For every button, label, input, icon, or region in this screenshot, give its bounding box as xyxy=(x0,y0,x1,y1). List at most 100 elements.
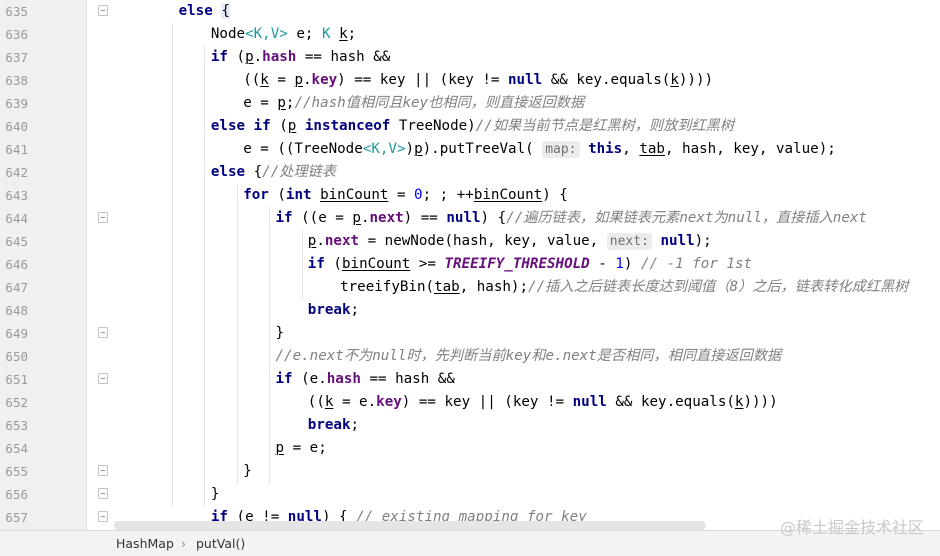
code-token: //如果当前节点是红黑树，则放到红黑树 xyxy=(475,118,735,134)
code-token: ).putTreeVal( xyxy=(422,141,543,157)
code-token: == hash && xyxy=(296,49,391,65)
code-token: hash xyxy=(262,49,297,65)
fold-marker-icon[interactable] xyxy=(98,327,108,338)
code-token: ) == key || (key != xyxy=(337,72,509,88)
fold-marker-icon[interactable] xyxy=(98,511,108,522)
code-line: 650 //e.next不为null时，先判断当前key和e.next是否相同，相… xyxy=(0,345,940,368)
code-token: < xyxy=(245,26,254,42)
code-token: . xyxy=(316,233,325,249)
code-token: //处理链表 xyxy=(262,164,336,180)
code-token: { xyxy=(245,164,263,180)
code-token: ); xyxy=(694,233,712,249)
breadcrumb-separator: › xyxy=(181,536,186,551)
code-line: 635 else { xyxy=(0,0,940,23)
line-number: 636 xyxy=(5,27,28,42)
code-text: break; xyxy=(308,414,359,437)
code-token: p xyxy=(352,210,361,226)
code-token: , hash, key, value); xyxy=(664,141,836,157)
code-line: 641 e = ((TreeNode<K,V>)p).putTreeVal( ma… xyxy=(0,138,940,161)
code-token: break xyxy=(307,417,351,433)
code-text: Node<K,V> e; K k; xyxy=(211,23,356,46)
code-token: null xyxy=(660,233,695,249)
line-number: 641 xyxy=(5,142,28,157)
code-text: treeifyBin(tab, hash);//插入之后链表长度达到阈值（8）之… xyxy=(340,276,908,299)
watermark: @稀土掘金技术社区 xyxy=(779,518,924,537)
code-line: 637 if (p.hash == hash && xyxy=(0,46,940,69)
code-text: if (binCount >= TREEIFY_THRESHOLD - 1) /… xyxy=(308,253,752,276)
code-text: ((k = p.key) == key || (key != null && k… xyxy=(243,69,713,92)
line-number: 635 xyxy=(5,4,28,19)
code-token: ; xyxy=(347,26,357,42)
code-token: ((e = xyxy=(292,210,353,226)
code-text: break; xyxy=(308,299,359,322)
code-text: } xyxy=(276,322,285,345)
parameter-hint: map: xyxy=(542,141,580,158)
code-token: for xyxy=(243,187,269,203)
code-token: . xyxy=(253,49,263,65)
code-text: else {//处理链表 xyxy=(211,161,336,184)
code-token: ) xyxy=(405,141,415,157)
code-token: this xyxy=(588,141,623,157)
breadcrumb-item-class[interactable]: HashMap xyxy=(116,536,174,551)
code-token: } xyxy=(210,486,220,502)
code-token: instanceof xyxy=(304,118,391,134)
code-token: ) { xyxy=(480,210,507,226)
code-token: if xyxy=(275,210,293,226)
code-line: 656} xyxy=(0,483,940,506)
line-number: 642 xyxy=(5,165,28,180)
code-token: e = ((TreeNode xyxy=(243,141,363,157)
fold-marker-icon[interactable] xyxy=(98,5,108,16)
code-token: (( xyxy=(307,394,325,410)
code-token: } xyxy=(243,463,252,479)
code-token: ; ; ++ xyxy=(422,187,474,203)
code-token: K xyxy=(321,26,331,42)
code-line: 652 ((k = e.key) == key || (key != null &… xyxy=(0,391,940,414)
code-token: V xyxy=(388,141,397,157)
code-token: //遍历链表，如果链表元素next为null，直接插入next xyxy=(506,210,867,226)
code-token: key xyxy=(311,72,338,88)
line-number: 655 xyxy=(5,464,28,479)
code-token: hash xyxy=(326,371,361,387)
code-token: } xyxy=(275,325,285,341)
code-token: e; xyxy=(287,26,322,42)
code-token: tab xyxy=(639,141,665,157)
code-token: else xyxy=(210,164,246,180)
code-token: break xyxy=(307,302,351,318)
fold-marker-icon[interactable] xyxy=(98,465,108,476)
code-text: e = ((TreeNode<K,V>)p).putTreeVal( map: … xyxy=(243,138,836,161)
horizontal-scrollbar[interactable] xyxy=(114,521,706,530)
code-token: if xyxy=(210,49,228,65)
code-text: else if (p instanceof TreeNode)//如果当前节点是… xyxy=(211,115,734,138)
line-number: 651 xyxy=(5,372,28,387)
line-number: 657 xyxy=(5,510,28,525)
code-token: null xyxy=(572,394,607,410)
code-token: = e. xyxy=(333,394,377,410)
code-text: if ((e = p.next) == null) {//遍历链表，如果链表元素… xyxy=(276,207,867,230)
code-token: { xyxy=(221,3,230,19)
code-token: , hash); xyxy=(459,279,529,295)
line-number: 644 xyxy=(5,211,28,226)
fold-marker-icon[interactable] xyxy=(98,373,108,384)
code-token: else xyxy=(210,118,246,134)
code-token: > xyxy=(279,26,288,42)
code-token: null xyxy=(446,210,481,226)
code-token: if xyxy=(253,118,271,134)
code-token: //插入之后链表长度达到阈值（8）之后，链表转化成红黑树 xyxy=(528,279,909,295)
code-token: TreeNode) xyxy=(390,118,476,134)
fold-marker-icon[interactable] xyxy=(98,212,108,223)
code-token: k xyxy=(260,72,269,88)
code-editor[interactable]: 635 else {636 Node<K,V> e; K k; 637 if (p.ha… xyxy=(0,0,940,530)
code-token: // -1 for 1st xyxy=(640,256,753,272)
breadcrumb-item-method[interactable]: putVal() xyxy=(196,536,245,551)
code-text: for (int binCount = 0; ; ++binCount) { xyxy=(243,184,568,207)
code-token: next xyxy=(324,233,360,249)
line-number: 646 xyxy=(5,257,28,272)
code-token: - xyxy=(589,256,616,272)
code-line: 649} xyxy=(0,322,940,345)
code-token: K xyxy=(371,141,380,157)
code-token: k xyxy=(670,72,679,88)
fold-marker-icon[interactable] xyxy=(98,488,108,499)
